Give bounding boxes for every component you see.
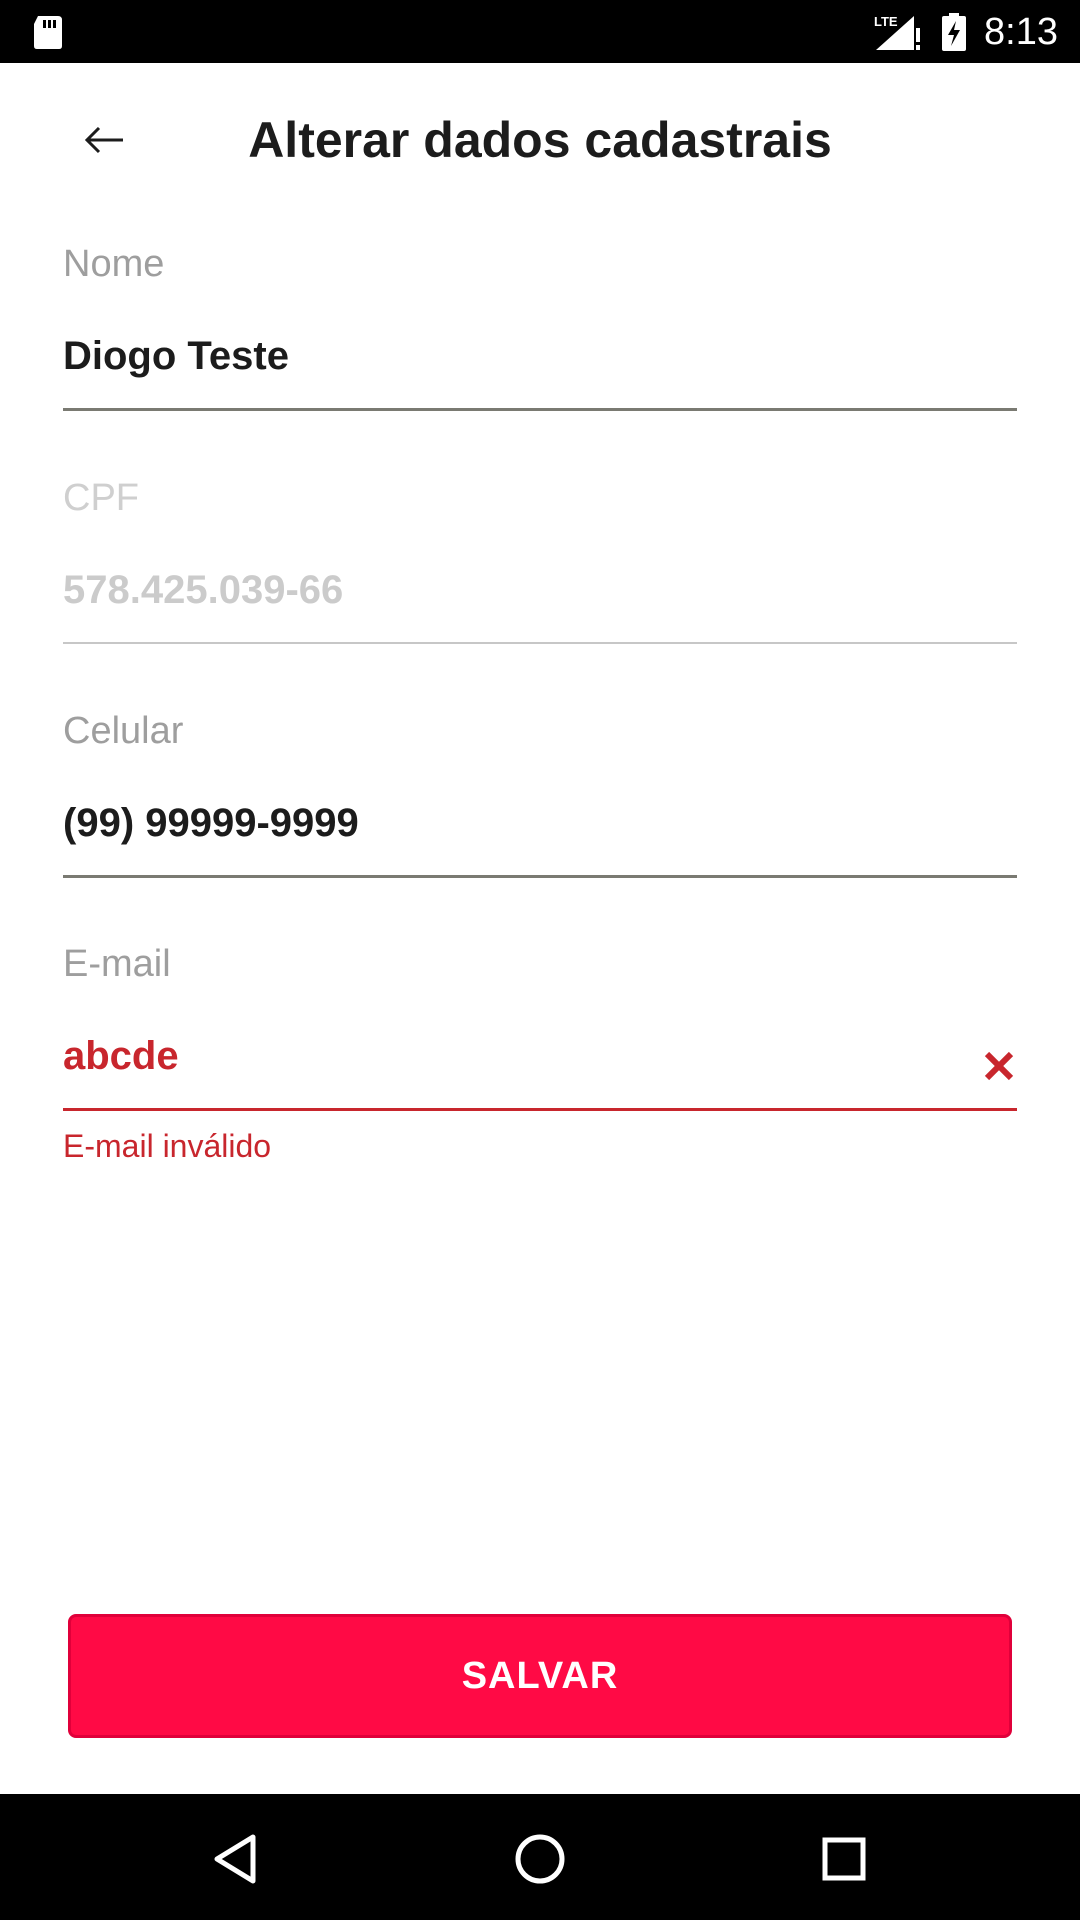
celular-label: Celular xyxy=(63,710,184,752)
save-button[interactable]: SALVAR xyxy=(68,1614,1012,1738)
close-icon xyxy=(984,1051,1014,1081)
lte-signal-icon: LTE xyxy=(874,14,920,50)
sd-card-icon xyxy=(34,16,62,49)
page-title: Alterar dados cadastrais xyxy=(248,112,832,168)
nav-back-button[interactable] xyxy=(204,1827,268,1891)
clear-email-button[interactable] xyxy=(969,1036,1029,1096)
nome-underline xyxy=(63,408,1017,411)
cpf-label: CPF xyxy=(63,477,139,519)
recents-square-icon xyxy=(822,1837,866,1881)
cpf-input xyxy=(63,554,943,626)
cpf-underline xyxy=(63,642,1017,644)
nav-recents-button[interactable] xyxy=(812,1827,876,1891)
status-bar: LTE 8:13 xyxy=(0,0,1080,63)
navigation-bar xyxy=(0,1794,1080,1920)
home-circle-icon xyxy=(515,1834,565,1884)
back-triangle-icon xyxy=(214,1834,256,1884)
email-input[interactable] xyxy=(63,1020,943,1092)
email-error-message: E-mail inválido xyxy=(63,1128,272,1164)
nome-label: Nome xyxy=(63,243,165,285)
nav-home-button[interactable] xyxy=(508,1827,572,1891)
celular-input[interactable] xyxy=(63,787,943,859)
battery-charging-icon xyxy=(942,13,966,51)
celular-underline xyxy=(63,875,1017,878)
lte-label: LTE xyxy=(874,14,898,29)
status-time: 8:13 xyxy=(984,11,1058,53)
nome-input[interactable] xyxy=(63,320,943,392)
email-label: E-mail xyxy=(63,943,171,985)
email-underline xyxy=(63,1108,1017,1111)
